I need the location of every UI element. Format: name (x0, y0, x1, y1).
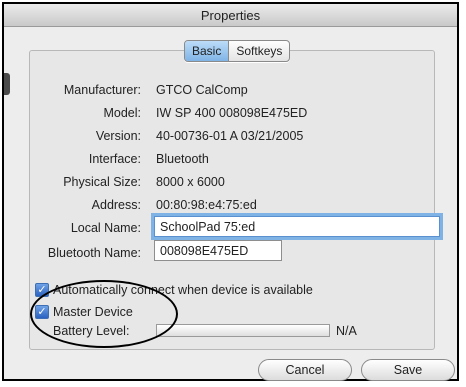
bluetooth-name-input[interactable]: 008098E475ED (154, 240, 282, 261)
manufacturer-label: Manufacturer: (63, 83, 141, 97)
properties-window: Properties Basic Softkeys Manufacturer: … (2, 2, 459, 381)
version-value: 40-00736-01 A 03/21/2005 (156, 129, 304, 143)
address-label: Address: (91, 198, 141, 212)
checkmark-icon: ✓ (35, 305, 49, 319)
version-label: Version: (95, 129, 141, 143)
master-device-checkbox[interactable]: ✓ Master Device (35, 305, 133, 319)
save-button[interactable]: Save (361, 359, 455, 381)
physical-size-label: Physical Size: (63, 175, 141, 189)
tab-basic[interactable]: Basic (185, 41, 230, 61)
address-value: 00:80:98:e4:75:ed (156, 198, 257, 212)
battery-level-label: Battery Level: (53, 324, 130, 338)
cancel-button[interactable]: Cancel (258, 359, 352, 381)
tab-bar: Basic Softkeys (184, 40, 291, 62)
model-label: Model: (103, 106, 141, 120)
window-title: Properties (200, 8, 261, 23)
local-name-input[interactable]: SchoolPad 75:ed (154, 216, 440, 237)
interface-label: Interface: (88, 152, 141, 166)
interface-value: Bluetooth (156, 152, 209, 166)
local-name-label: Local Name: (70, 221, 141, 235)
model-value: IW SP 400 008098E475ED (156, 106, 308, 120)
checkmark-icon: ✓ (35, 283, 49, 297)
manufacturer-value: GTCO CalComp (156, 83, 248, 97)
background-window-edge (4, 73, 10, 95)
title-bar[interactable]: Properties (4, 4, 457, 27)
battery-level-bar (156, 324, 330, 337)
master-device-label: Master Device (53, 305, 133, 319)
bluetooth-name-label: Bluetooth Name: (47, 246, 141, 260)
physical-size-value: 8000 x 6000 (156, 175, 225, 189)
auto-connect-label: Automatically connect when device is ava… (53, 283, 313, 297)
auto-connect-checkbox[interactable]: ✓ Automatically connect when device is a… (35, 283, 313, 297)
battery-level-value: N/A (336, 324, 357, 338)
tab-softkeys[interactable]: Softkeys (229, 41, 289, 61)
